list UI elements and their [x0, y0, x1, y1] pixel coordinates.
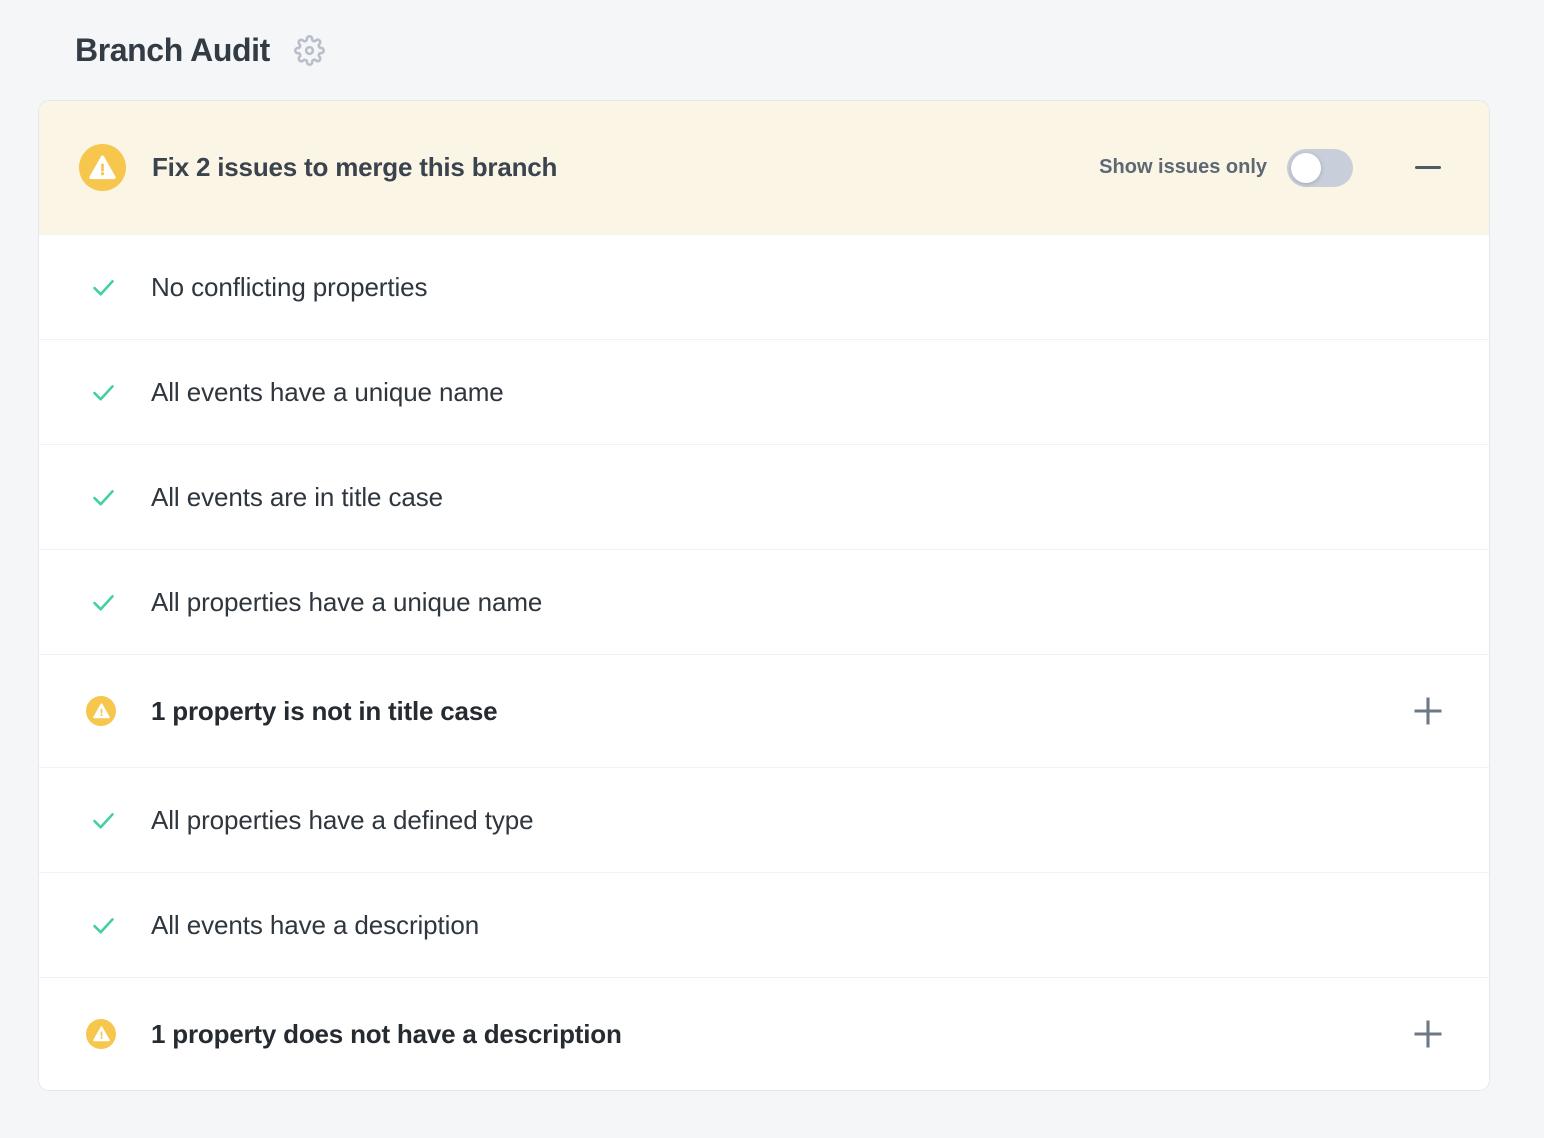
show-issues-toggle[interactable] — [1287, 149, 1353, 187]
check-label: All events are in title case — [151, 482, 443, 513]
audit-check-row: All properties have a defined type — [39, 767, 1489, 872]
header-controls: Show issues only — [1099, 149, 1445, 187]
check-label: All properties have a unique name — [151, 587, 542, 618]
minus-icon — [1415, 166, 1441, 169]
expand-button[interactable] — [1411, 1017, 1445, 1051]
show-issues-toggle-label: Show issues only — [1099, 156, 1267, 179]
audit-check-row: All events have a description — [39, 872, 1489, 977]
settings-button[interactable] — [294, 34, 326, 66]
check-label: All properties have a defined type — [151, 805, 534, 836]
page-title: Branch Audit — [75, 32, 270, 69]
check-icon — [89, 273, 117, 301]
check-icon — [89, 911, 117, 939]
audit-check-row: 1 property is not in title case — [39, 654, 1489, 767]
audit-summary-title: Fix 2 issues to merge this branch — [152, 152, 557, 183]
audit-check-row: All events are in title case — [39, 444, 1489, 549]
warning-icon — [86, 1019, 116, 1049]
row-status-icon-slot — [86, 588, 151, 616]
check-label: All events have a description — [151, 910, 479, 941]
check-label: No conflicting properties — [151, 272, 427, 303]
audit-check-row: All events have a unique name — [39, 339, 1489, 444]
row-status-icon-slot — [86, 378, 151, 406]
check-icon — [89, 806, 117, 834]
audit-check-row: No conflicting properties — [39, 234, 1489, 339]
check-label: 1 property does not have a description — [151, 1019, 622, 1050]
audit-summary-header: Fix 2 issues to merge this branch Show i… — [39, 101, 1489, 234]
row-status-icon-slot — [86, 483, 151, 511]
check-label: 1 property is not in title case — [151, 696, 497, 727]
warning-icon — [79, 144, 126, 191]
check-icon — [89, 483, 117, 511]
check-label: All events have a unique name — [151, 377, 504, 408]
page-header: Branch Audit — [75, 28, 1506, 72]
gear-icon — [294, 35, 325, 66]
audit-check-row: 1 property does not have a description — [39, 977, 1489, 1090]
branch-audit-page: Branch Audit Fix 2 issues to merge this … — [0, 0, 1544, 1091]
warning-icon — [86, 696, 116, 726]
row-status-icon-slot — [86, 696, 151, 726]
expand-button[interactable] — [1411, 694, 1445, 728]
row-status-icon-slot — [86, 273, 151, 301]
audit-check-row: All properties have a unique name — [39, 549, 1489, 654]
row-status-icon-slot — [86, 806, 151, 834]
toggle-knob — [1291, 153, 1321, 183]
row-status-icon-slot — [86, 911, 151, 939]
checks-list: No conflicting properties All events hav… — [39, 234, 1489, 1090]
collapse-button[interactable] — [1411, 151, 1445, 185]
branch-audit-card: Fix 2 issues to merge this branch Show i… — [38, 100, 1490, 1091]
plus-icon — [1413, 1019, 1443, 1049]
check-icon — [89, 588, 117, 616]
row-status-icon-slot — [86, 1019, 151, 1049]
plus-icon — [1413, 696, 1443, 726]
check-icon — [89, 378, 117, 406]
